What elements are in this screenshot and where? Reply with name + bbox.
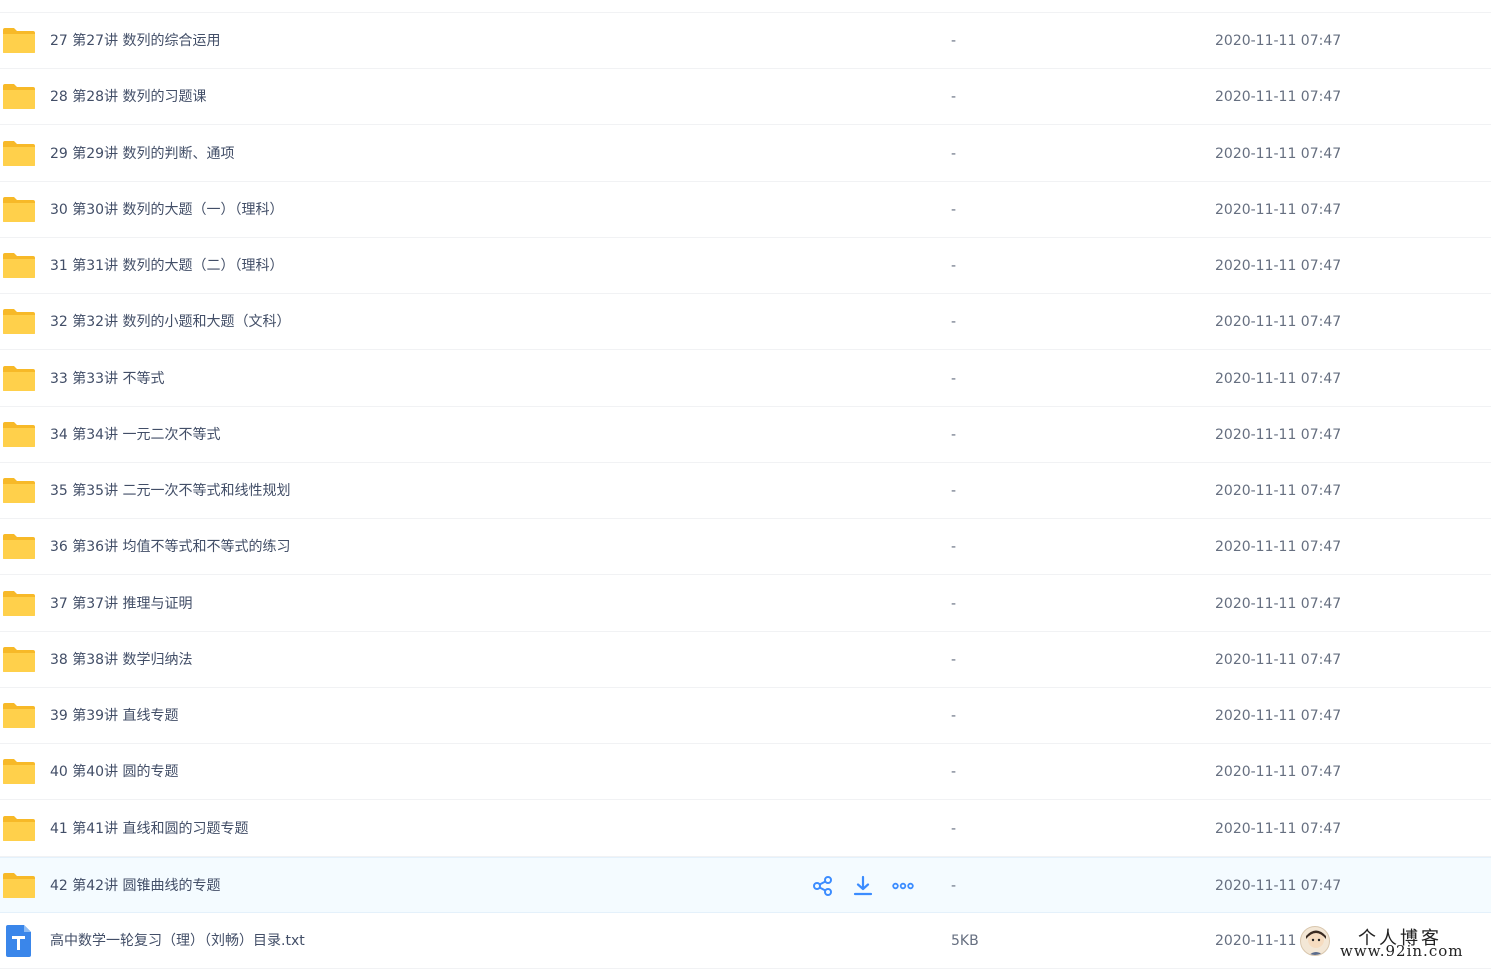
share-icon[interactable] [812,875,834,897]
file-row[interactable]: 高中数学一轮复习（理）（刘畅）目录.txt 5KB 2020-11-11 [0,913,1491,969]
file-name-link[interactable]: 31 第31讲 数列的大题（二）（理科） [50,238,284,294]
modified-time: 2020-11-11 07:47 [1215,258,1342,274]
file-row[interactable]: 36 第36讲 均值不等式和不等式的练习 - 2020-11-11 07:47 [0,519,1491,576]
file-name-link[interactable]: 27 第27讲 数列的综合运用 [50,13,221,69]
modified-time: 2020-11-11 07:47 [1215,314,1342,331]
watermark-url: www.92in.com [1340,942,1464,960]
file-size: - [951,89,957,106]
modified-time: 2020-11-11 07:47 [1215,595,1342,612]
file-size: - [951,258,957,274]
folder-icon [2,815,36,842]
modified-time: 2020-11-11 [1215,933,1297,949]
file-row[interactable]: 41 第41讲 直线和圆的习题专题 - 2020-11-11 07:47 [0,801,1491,857]
file-row[interactable]: 42 第42讲 圆锥曲线的专题 - 2020-11-11 07:47 [0,856,1491,914]
file-name-link[interactable]: 28 第28讲 数列的习题课 [50,69,207,125]
folder-icon [2,252,36,279]
file-row[interactable]: 35 第35讲 二元一次不等式和线性规划 - 2020-11-11 07:47 [0,463,1491,519]
folder-icon [2,646,36,673]
modified-time: 2020-11-11 07:47 [1215,370,1342,387]
modified-time: 2020-11-11 07:47 [1215,426,1342,443]
file-size: - [951,201,957,218]
modified-time: 2020-11-11 07:47 [1215,89,1342,106]
modified-time: 2020-11-11 07:47 [1215,651,1342,668]
file-name-link[interactable]: 34 第34讲 一元二次不等式 [50,407,221,463]
file-size: - [951,877,957,894]
folder-icon [2,872,36,899]
folder-icon [2,196,36,223]
file-name-link[interactable]: 高中数学一轮复习（理）（刘畅）目录.txt [50,913,305,969]
modified-time: 2020-11-11 07:47 [1215,201,1342,218]
folder-icon [2,758,36,785]
modified-time: 2020-11-11 07:47 [1215,708,1342,724]
file-row[interactable]: 39 第39讲 直线专题 - 2020-11-11 07:47 [0,688,1491,744]
modified-time: 2020-11-11 07:47 [1215,877,1342,894]
file-size: - [951,651,957,668]
file-size: - [951,314,957,331]
file-row[interactable]: 38 第38讲 数学归纳法 - 2020-11-11 07:47 [0,632,1491,688]
file-name-link[interactable]: 33 第33讲 不等式 [50,351,165,407]
folder-icon [2,308,36,335]
file-row[interactable]: 27 第27讲 数列的综合运用 - 2020-11-11 07:47 [0,13,1491,69]
folder-icon [2,533,36,560]
modified-time: 2020-11-11 07:47 [1215,539,1342,556]
folder-icon [2,27,36,54]
file-name-link[interactable]: 29 第29讲 数列的判断、通项 [50,126,235,182]
file-name-link[interactable]: 30 第30讲 数列的大题（一）（理科） [50,182,284,238]
file-size: - [951,145,957,162]
file-size: 5KB [951,933,979,949]
file-size: - [951,764,957,781]
file-size: - [951,595,957,612]
file-name-link[interactable]: 37 第37讲 推理与证明 [50,576,193,632]
watermark-avatar-icon [1300,926,1330,956]
file-row[interactable]: 37 第37讲 推理与证明 - 2020-11-11 07:47 [0,576,1491,632]
file-name-link[interactable]: 32 第32讲 数列的小题和大题（文科） [50,294,291,350]
file-size: - [951,483,957,499]
file-row[interactable]: 40 第40讲 圆的专题 - 2020-11-11 07:47 [0,744,1491,801]
file-name-link[interactable]: 38 第38讲 数学归纳法 [50,632,193,688]
txt-file-icon [5,925,32,957]
file-row[interactable]: 34 第34讲 一元二次不等式 - 2020-11-11 07:47 [0,407,1491,463]
file-size: - [951,426,957,443]
modified-time: 2020-11-11 07:47 [1215,145,1342,162]
folder-icon [2,83,36,110]
folder-icon [2,590,36,617]
file-name-link[interactable]: 40 第40讲 圆的专题 [50,744,179,800]
file-size: - [951,370,957,387]
folder-icon [2,702,36,729]
file-row[interactable]: 32 第32讲 数列的小题和大题（文科） - 2020-11-11 07:47 [0,294,1491,351]
file-row[interactable]: 28 第28讲 数列的习题课 - 2020-11-11 07:47 [0,69,1491,126]
file-name-link[interactable]: 36 第36讲 均值不等式和不等式的练习 [50,519,291,575]
modified-time: 2020-11-11 07:47 [1215,33,1342,49]
watermark: 个人博客 www.92in.com [1300,922,1491,964]
folder-icon [2,140,36,167]
folder-icon [2,477,36,504]
file-row[interactable]: 29 第29讲 数列的判断、通项 - 2020-11-11 07:47 [0,126,1491,182]
file-size: - [951,33,957,49]
folder-icon [2,421,36,448]
file-row[interactable]: 31 第31讲 数列的大题（二）（理科） - 2020-11-11 07:47 [0,238,1491,294]
folder-icon [2,365,36,392]
file-name-link[interactable]: 39 第39讲 直线专题 [50,688,179,744]
file-name-link[interactable]: 35 第35讲 二元一次不等式和线性规划 [50,463,291,519]
download-icon[interactable] [852,875,874,897]
file-size: - [951,708,957,724]
file-size: - [951,820,957,837]
file-name-link[interactable]: 41 第41讲 直线和圆的习题专题 [50,801,249,857]
modified-time: 2020-11-11 07:47 [1215,483,1342,499]
file-row[interactable]: 30 第30讲 数列的大题（一）（理科） - 2020-11-11 07:47 [0,182,1491,238]
modified-time: 2020-11-11 07:47 [1215,764,1342,781]
more-icon[interactable] [892,875,914,897]
file-name-link[interactable]: 42 第42讲 圆锥曲线的专题 [50,858,221,914]
file-row[interactable]: 33 第33讲 不等式 - 2020-11-11 07:47 [0,351,1491,407]
file-size: - [951,539,957,556]
modified-time: 2020-11-11 07:47 [1215,820,1342,837]
